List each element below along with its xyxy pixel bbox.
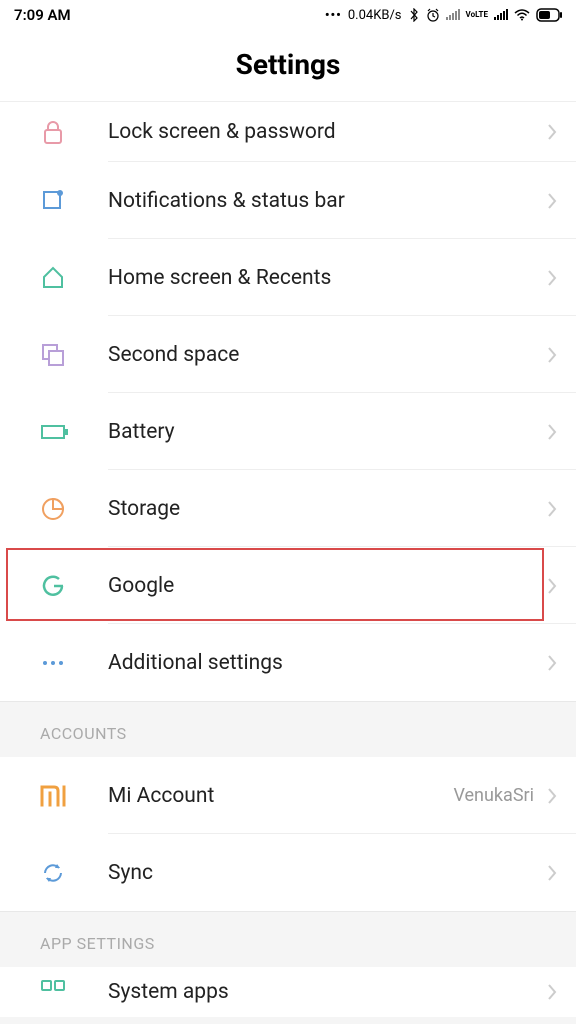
chevron-right-icon — [546, 191, 558, 211]
signal-icon-2 — [494, 9, 508, 21]
home-icon — [40, 265, 66, 291]
status-time: 7:09 AM — [14, 6, 71, 24]
row-additional-settings[interactable]: Additional settings — [0, 624, 576, 701]
row-label: Lock screen & password — [108, 120, 336, 144]
row-label: Mi Account — [108, 784, 214, 808]
row-lock-screen[interactable]: Lock screen & password — [0, 102, 576, 162]
row-battery[interactable]: Battery — [0, 393, 576, 470]
row-second-space[interactable]: Second space — [0, 316, 576, 393]
chevron-right-icon — [546, 122, 558, 142]
bluetooth-icon — [408, 8, 420, 22]
signal-icon — [446, 9, 460, 21]
battery-icon — [536, 8, 562, 22]
volte-icon: VoLTE — [466, 11, 488, 19]
google-icon — [40, 573, 66, 599]
chevron-right-icon — [546, 576, 558, 596]
row-label: Google — [108, 574, 174, 598]
mi-icon — [40, 785, 68, 807]
chevron-right-icon — [546, 786, 558, 806]
sync-icon — [40, 860, 66, 886]
row-label: System apps — [108, 980, 229, 1004]
second-space-icon — [40, 342, 66, 368]
network-speed: 0.04KB/s — [348, 8, 402, 23]
notifications-icon — [40, 188, 66, 214]
chevron-right-icon — [546, 422, 558, 442]
chevron-right-icon — [546, 653, 558, 673]
more-horizontal-icon — [40, 658, 66, 668]
row-home-screen[interactable]: Home screen & Recents — [0, 239, 576, 316]
chevron-right-icon — [546, 863, 558, 883]
section-accounts: ACCOUNTS — [0, 701, 576, 757]
row-label: Additional settings — [108, 651, 283, 675]
page-header: Settings — [0, 30, 576, 102]
storage-icon — [40, 496, 66, 522]
row-notifications[interactable]: Notifications & status bar — [0, 162, 576, 239]
alarm-icon — [426, 8, 440, 22]
row-label: Storage — [108, 497, 180, 521]
row-label: Notifications & status bar — [108, 189, 345, 213]
battery-icon — [40, 422, 70, 442]
chevron-right-icon — [546, 268, 558, 288]
more-icon: ••• — [325, 8, 342, 23]
status-indicators: ••• 0.04KB/s VoLTE — [325, 8, 562, 23]
row-label: Second space — [108, 343, 239, 367]
wifi-icon — [514, 9, 530, 21]
row-value: VenukaSri — [453, 785, 534, 806]
row-system-apps[interactable]: System apps — [0, 967, 576, 1017]
row-google[interactable]: Google — [0, 547, 576, 624]
accounts-list: Mi Account VenukaSri Sync — [0, 757, 576, 911]
row-label: Sync — [108, 861, 153, 885]
row-label: Home screen & Recents — [108, 266, 331, 290]
row-storage[interactable]: Storage — [0, 470, 576, 547]
section-app-settings: APP SETTINGS — [0, 911, 576, 967]
page-title: Settings — [0, 48, 576, 81]
settings-list: Lock screen & password Notifications & s… — [0, 102, 576, 701]
row-mi-account[interactable]: Mi Account VenukaSri — [0, 757, 576, 834]
chevron-right-icon — [546, 345, 558, 365]
lock-icon — [40, 119, 66, 145]
row-label: Battery — [108, 420, 175, 444]
chevron-right-icon — [546, 499, 558, 519]
chevron-right-icon — [546, 982, 558, 1002]
status-bar: 7:09 AM ••• 0.04KB/s VoLTE — [0, 0, 576, 30]
app-settings-list: System apps — [0, 967, 576, 1017]
apps-icon — [40, 979, 66, 1005]
row-sync[interactable]: Sync — [0, 834, 576, 911]
